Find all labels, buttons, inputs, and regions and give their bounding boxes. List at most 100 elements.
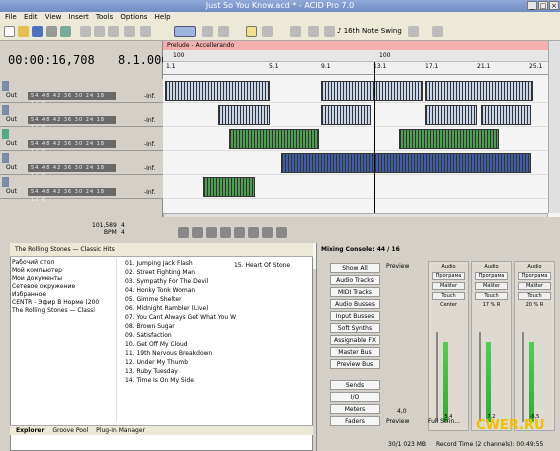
explorer-path-bar[interactable]: The Rolling Stones — Classic Hits — [10, 243, 313, 257]
meters-button[interactable]: Meters — [330, 404, 380, 414]
mixer-channel-strip[interactable]: Audio Програма ... Master Touch 17 % R 7… — [471, 261, 512, 431]
draw-tool-icon[interactable] — [246, 26, 257, 37]
tree-item[interactable]: Рабочий стол — [12, 259, 114, 267]
audio-clip[interactable] — [229, 129, 319, 149]
tree-item[interactable]: Сетевое окружение — [12, 283, 114, 291]
io-button[interactable]: I/O — [330, 392, 380, 402]
menu-insert[interactable]: Insert — [69, 13, 89, 21]
track-lane[interactable] — [163, 151, 548, 175]
show-all-button[interactable]: Show All — [330, 263, 380, 273]
tree-item[interactable]: Мои документы — [12, 275, 114, 283]
faders-button[interactable]: Faders — [330, 416, 380, 426]
undo-icon[interactable] — [124, 26, 135, 37]
forward-icon[interactable] — [276, 227, 287, 238]
menu-tools[interactable]: Tools — [96, 13, 113, 21]
audio-busses-button[interactable]: Audio Busses — [330, 299, 380, 309]
open-icon[interactable] — [18, 26, 29, 37]
audio-tracks-button[interactable]: Audio Tracks — [330, 275, 380, 285]
tree-item[interactable]: The Rolling Stones — Classi — [12, 307, 114, 315]
file-item[interactable]: 03. Sympathy For The Devil — [117, 277, 311, 286]
soft-synths-button[interactable]: Soft Synths — [330, 323, 380, 333]
channel-fader[interactable] — [479, 332, 481, 422]
channel-automation[interactable]: Touch — [432, 292, 465, 300]
tree-item[interactable]: Мой компьютер — [12, 267, 114, 275]
play-icon[interactable] — [220, 227, 231, 238]
save-icon[interactable] — [32, 26, 43, 37]
track-lane[interactable] — [163, 103, 548, 127]
stop-icon[interactable] — [248, 227, 259, 238]
file-item[interactable]: 11. 19th Nervous Breakdown — [117, 349, 311, 358]
file-item[interactable]: 08. Brown Sugar — [117, 322, 311, 331]
audio-clip[interactable] — [203, 177, 255, 197]
file-item[interactable]: 10. Get Off My Cloud — [117, 340, 311, 349]
audio-clip[interactable] — [321, 81, 423, 101]
zoom-icon[interactable] — [324, 26, 335, 37]
channel-input[interactable]: Програма ... — [432, 272, 465, 286]
loop-icon[interactable] — [202, 26, 213, 37]
file-item[interactable]: 13. Ruby Tuesday — [117, 367, 311, 376]
file-item[interactable]: 07. You Cant Always Get What You W — [117, 313, 311, 322]
track-header[interactable]: Out 54 48 42 36 30 24 18 12 6 -Inf. — [0, 79, 163, 107]
select-tool-icon[interactable] — [262, 26, 273, 37]
menu-edit[interactable]: Edit — [24, 13, 38, 21]
audio-clip[interactable] — [399, 129, 499, 149]
file-item[interactable]: 04. Honky Tonk Woman — [117, 286, 311, 295]
copy-icon[interactable] — [94, 26, 105, 37]
track-header[interactable]: Out 54 48 42 36 30 24 18 12 6 -Inf. — [0, 127, 163, 155]
beat-ruler[interactable]: 1.1 5.1 9.1 13.1 17.1 21.1 25.1 — [163, 62, 548, 75]
channel-input[interactable]: Програма ... — [475, 272, 508, 286]
midi-tracks-button[interactable]: MIDI Tracks — [330, 287, 380, 297]
channel-pan[interactable]: 17 % R — [472, 302, 511, 308]
channel-input[interactable]: Програма ... — [518, 272, 551, 286]
channel-automation[interactable]: Touch — [475, 292, 508, 300]
audio-clip[interactable] — [165, 81, 270, 101]
new-icon[interactable] — [4, 26, 15, 37]
pause-icon[interactable] — [234, 227, 245, 238]
tempo-display[interactable]: 101,589 BPM — [92, 222, 117, 236]
tree-item[interactable]: CENTR - Эфир В Норме (200 — [12, 299, 114, 307]
menu-options[interactable]: Options — [120, 13, 147, 21]
file-item[interactable]: 14. Time Is On My Side — [117, 376, 311, 385]
audio-clip[interactable] — [281, 153, 531, 173]
track-lane[interactable] — [163, 127, 548, 151]
master-bus-button[interactable]: Master Bus — [330, 347, 380, 357]
menu-view[interactable]: View — [45, 13, 62, 21]
rewind-icon[interactable] — [262, 227, 273, 238]
track-header[interactable]: Out 54 48 42 36 30 24 18 12 6 -Inf. — [0, 151, 163, 179]
tab-explorer[interactable]: Explorer — [16, 427, 44, 434]
time-signature[interactable]: 44 — [121, 222, 125, 236]
assignable-fx-button[interactable]: Assignable FX — [330, 335, 380, 345]
channel-pan[interactable]: 20 % R — [515, 302, 554, 308]
tree-item[interactable]: Избранное — [12, 291, 114, 299]
file-item[interactable]: 09. Satisfaction — [117, 331, 311, 340]
paste-icon[interactable] — [108, 26, 119, 37]
snap-icon[interactable] — [174, 26, 196, 37]
help-icon[interactable] — [432, 26, 443, 37]
file-item[interactable]: 06. Midnight Rambler (Live) — [117, 304, 311, 313]
mixer-channel-strip[interactable]: Audio Програма ... Master Touch Center 5… — [428, 261, 469, 431]
play-from-start-icon[interactable] — [206, 227, 217, 238]
channel-fader[interactable] — [436, 332, 438, 422]
track-header[interactable]: Out 54 48 42 36 30 24 18 12 6 -Inf. — [0, 103, 163, 131]
channel-output[interactable]: Master — [475, 282, 508, 290]
track-lane[interactable] — [163, 79, 548, 103]
pencil-icon[interactable] — [290, 26, 301, 37]
record-icon[interactable] — [178, 227, 189, 238]
minimize-button[interactable]: _ — [527, 1, 537, 10]
file-item[interactable]: 05. Gimme Shelter — [117, 295, 311, 304]
render-icon[interactable] — [60, 26, 71, 37]
tab-groove-pool[interactable]: Groove Pool — [52, 427, 88, 434]
channel-fader[interactable] — [522, 332, 524, 422]
redo-icon[interactable] — [140, 26, 151, 37]
channel-output[interactable]: Master — [518, 282, 551, 290]
file-item[interactable]: 02. Street Fighting Man — [117, 268, 311, 277]
properties-icon[interactable] — [46, 26, 57, 37]
track-lane[interactable] — [163, 175, 548, 199]
swing-selector[interactable]: ♪ 16th Note Swing — [337, 25, 421, 38]
maximize-button[interactable]: □ — [538, 1, 548, 10]
cut-icon[interactable] — [80, 26, 91, 37]
file-item[interactable]: 15. Heart Of Stone — [234, 262, 290, 269]
audio-clip[interactable] — [425, 81, 533, 101]
vertical-scrollbar[interactable] — [548, 41, 560, 213]
input-busses-button[interactable]: Input Busses — [330, 311, 380, 321]
